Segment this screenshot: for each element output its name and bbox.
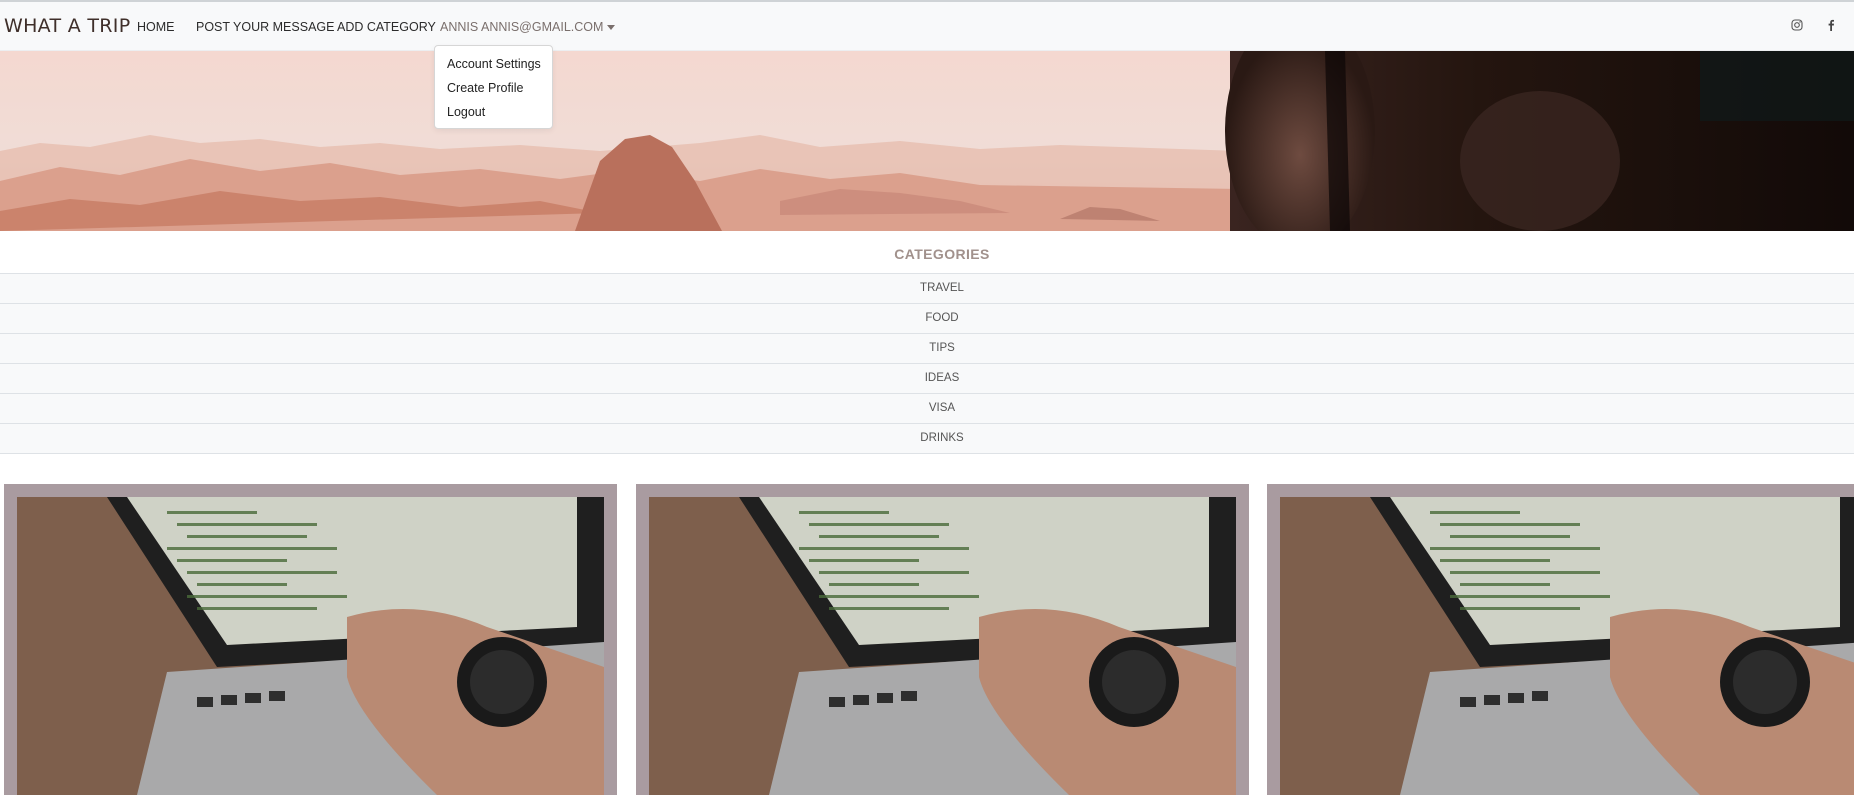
user-dropdown-menu: Account Settings Create Profile Logout (434, 45, 553, 129)
dropdown-logout[interactable]: Logout (447, 105, 485, 119)
category-tips[interactable]: TIPS (0, 333, 1854, 363)
hero-banner-image (0, 51, 1854, 231)
category-label: TRAVEL (920, 282, 964, 294)
user-menu-toggle[interactable]: ANNIS ANNIS@GMAIL.COM (440, 20, 616, 34)
dropdown-create-profile[interactable]: Create Profile (447, 81, 523, 95)
dropdown-account-settings[interactable]: Account Settings (447, 57, 541, 71)
category-label: TIPS (929, 342, 955, 354)
category-drinks[interactable]: DRINKS (0, 423, 1854, 454)
instagram-icon[interactable] (1790, 18, 1804, 32)
category-label: DRINKS (920, 432, 964, 444)
facebook-icon[interactable] (1824, 18, 1838, 32)
category-label: FOOD (925, 312, 959, 324)
category-visa[interactable]: VISA (0, 393, 1854, 423)
user-menu-label: ANNIS ANNIS@GMAIL.COM (440, 20, 604, 34)
post-card[interactable] (636, 484, 1249, 795)
category-label: IDEAS (924, 372, 960, 384)
caret-down-icon (607, 25, 616, 31)
card-image (1280, 497, 1854, 795)
category-food[interactable]: FOOD (0, 303, 1854, 333)
category-label: VISA (928, 402, 956, 414)
card-image (649, 497, 1236, 795)
nav-home[interactable]: HOME (137, 20, 175, 34)
card-image (17, 497, 604, 795)
navbar: WHAT A TRIP HOME POST YOUR MESSAGE ADD C… (0, 2, 1854, 51)
nav-add-category[interactable]: ADD CATEGORY (337, 20, 436, 34)
post-card[interactable] (1267, 484, 1854, 795)
category-list: TRAVEL FOOD TIPS IDEAS VISA DRINKS (0, 273, 1854, 454)
brand-logo[interactable]: WHAT A TRIP (4, 15, 130, 37)
hero-banner (0, 51, 1854, 231)
categories-title: CATEGORIES (894, 246, 990, 262)
category-ideas[interactable]: IDEAS (0, 363, 1854, 393)
nav-post-message[interactable]: POST YOUR MESSAGE (196, 20, 334, 34)
category-travel[interactable]: TRAVEL (0, 273, 1854, 303)
post-card[interactable] (4, 484, 617, 795)
